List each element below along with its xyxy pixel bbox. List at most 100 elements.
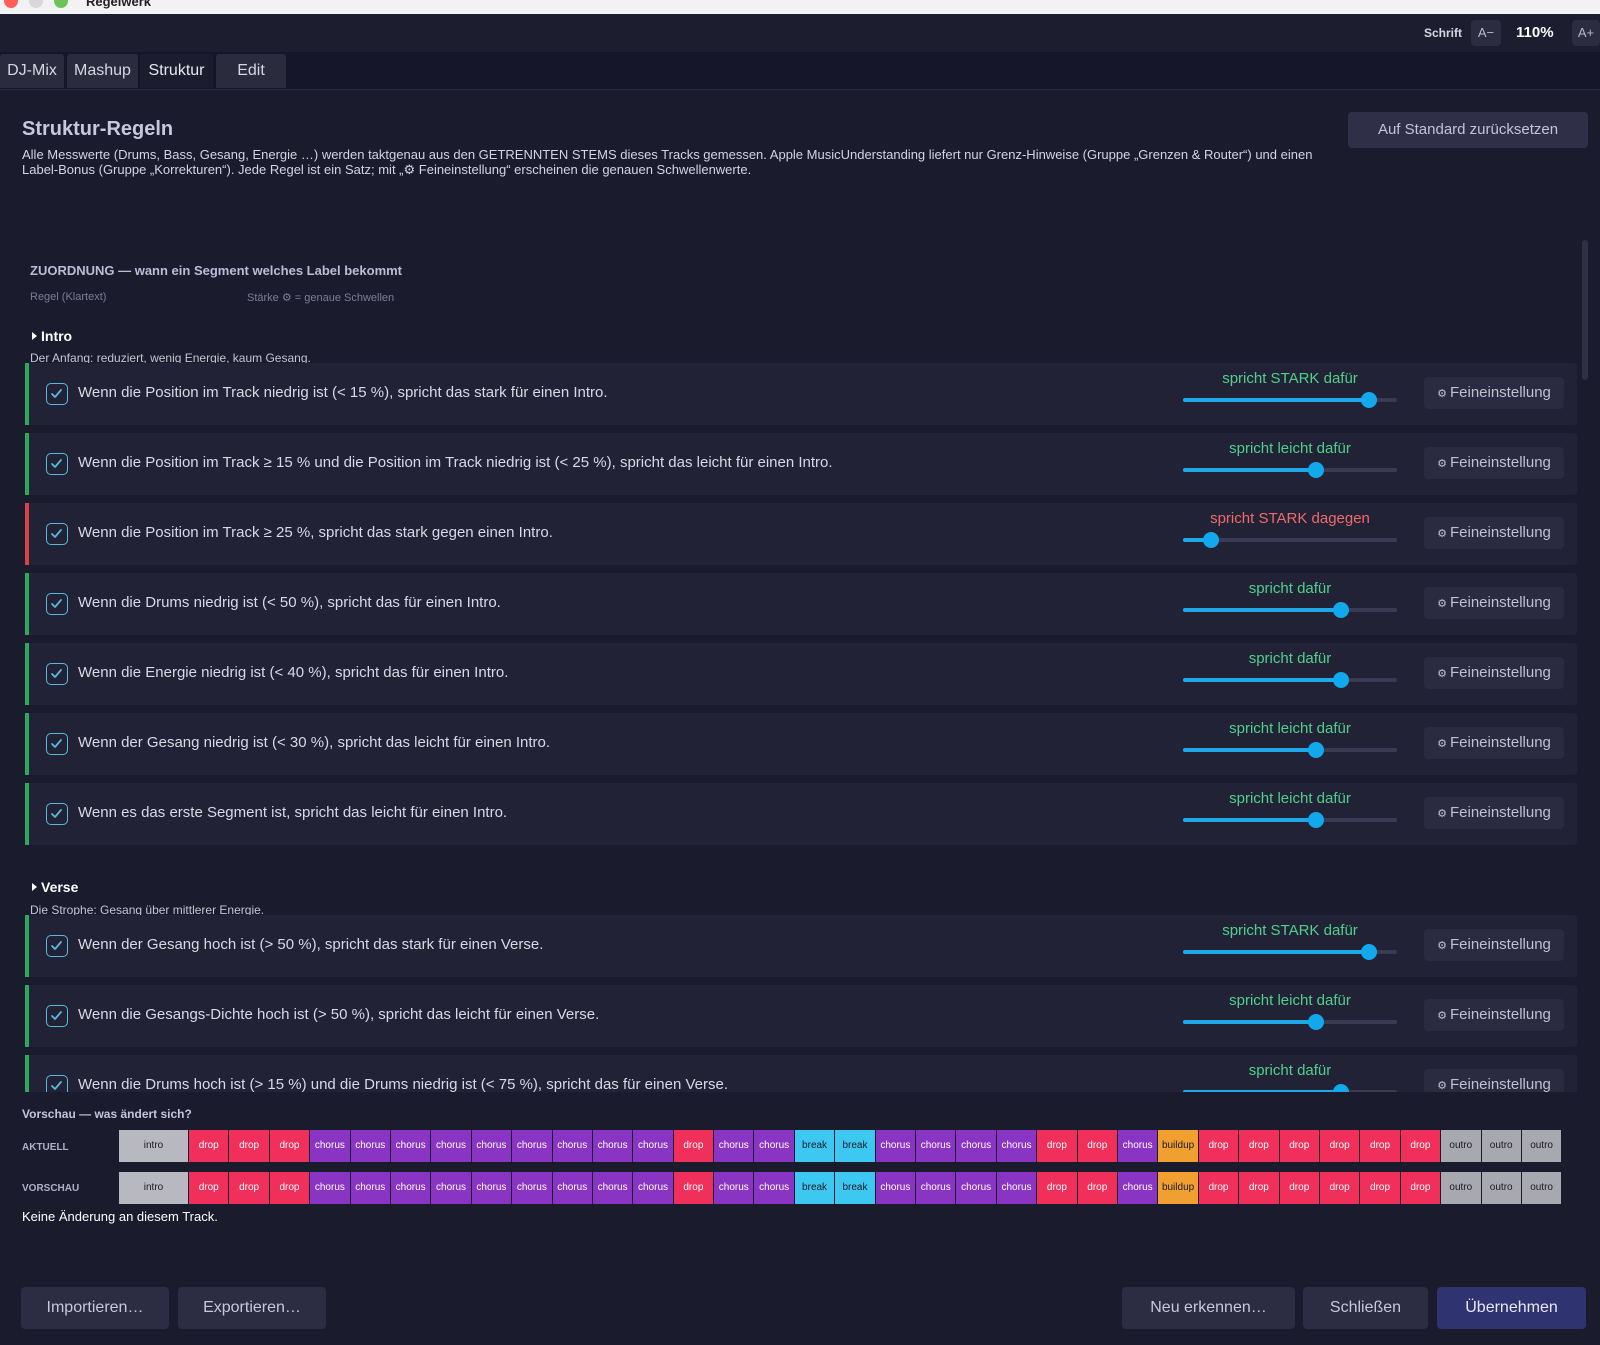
strength-slider[interactable]: [1183, 944, 1397, 960]
fine-tune-button[interactable]: ⚙ Feineinstellung: [1424, 797, 1564, 829]
group-header-1[interactable]: Verse: [32, 879, 78, 895]
fine-tune-button[interactable]: ⚙ Feineinstellung: [1424, 377, 1564, 409]
strength-label: spricht leicht dafür: [1229, 720, 1351, 737]
tab-edit[interactable]: Edit: [216, 54, 286, 88]
strength-slider-thumb[interactable]: [1333, 672, 1350, 688]
fine-tune-label: Feineinstellung: [1449, 734, 1551, 751]
strength-slider-thumb[interactable]: [1361, 392, 1378, 408]
segment-drop: drop: [1198, 1130, 1240, 1162]
preview-title: Vorschau — was ändert sich?: [22, 1107, 192, 1121]
rule-text: Wenn die Position im Track ≥ 15 % und di…: [78, 454, 833, 471]
rule-polarity-bar: [25, 503, 29, 565]
strength-slider[interactable]: [1183, 742, 1397, 758]
segment-drop: drop: [269, 1130, 311, 1162]
zoom-window-button[interactable]: [54, 0, 68, 8]
strength-slider-thumb[interactable]: [1333, 1084, 1350, 1092]
fine-tune-button[interactable]: ⚙ Feineinstellung: [1424, 999, 1564, 1031]
vertical-scrollbar[interactable]: [1582, 240, 1588, 380]
fine-tune-button[interactable]: ⚙ Feineinstellung: [1424, 587, 1564, 619]
fine-tune-button[interactable]: ⚙ Feineinstellung: [1424, 727, 1564, 759]
strength-label: spricht STARK dagegen: [1210, 510, 1370, 527]
rule-row: Wenn es das erste Segment ist, spricht d…: [25, 783, 1577, 845]
tab-dj-mix[interactable]: DJ-Mix: [0, 54, 64, 88]
export-button[interactable]: Exportieren…: [178, 1287, 326, 1329]
fine-tune-button[interactable]: ⚙ Feineinstellung: [1424, 517, 1564, 549]
segment-drop: drop: [1077, 1172, 1118, 1204]
close-window-button[interactable]: [4, 0, 18, 8]
segment-chorus: chorus: [1117, 1172, 1159, 1204]
fine-tune-button[interactable]: ⚙ Feineinstellung: [1424, 929, 1564, 961]
fine-tune-button[interactable]: ⚙ Feineinstellung: [1424, 1069, 1564, 1092]
group-header-0[interactable]: Intro: [32, 328, 72, 344]
rule-enabled-checkbox[interactable]: [46, 453, 68, 475]
strength-slider[interactable]: [1183, 812, 1397, 828]
fine-tune-button[interactable]: ⚙ Feineinstellung: [1424, 657, 1564, 689]
rule-enabled-checkbox[interactable]: [46, 1005, 68, 1027]
strength-slider-thumb[interactable]: [1307, 1014, 1324, 1030]
strength-slider[interactable]: [1183, 532, 1397, 548]
preview-strip-label: VORSCHAU: [22, 1183, 80, 1194]
fine-tune-button[interactable]: ⚙ Feineinstellung: [1424, 447, 1564, 479]
close-button[interactable]: Schließen: [1303, 1287, 1428, 1329]
segment-chorus: chorus: [310, 1172, 351, 1204]
checkmark-icon: [51, 941, 62, 950]
strength-slider[interactable]: [1183, 602, 1397, 618]
rule-enabled-checkbox[interactable]: [46, 523, 68, 545]
minimize-window-button[interactable]: [29, 0, 43, 8]
rule-enabled-checkbox[interactable]: [46, 1075, 68, 1092]
apply-button[interactable]: Übernehmen: [1437, 1287, 1586, 1329]
strength-slider-thumb[interactable]: [1307, 462, 1324, 478]
strength-label: spricht STARK dafür: [1222, 922, 1358, 939]
font-increase-button[interactable]: A+: [1572, 20, 1600, 46]
strength-slider[interactable]: [1183, 462, 1397, 478]
segment-chorus: chorus: [592, 1130, 634, 1162]
strength-slider[interactable]: [1183, 1014, 1397, 1030]
fine-tune-label: Feineinstellung: [1449, 664, 1551, 681]
strength-label: spricht dafür: [1248, 580, 1332, 597]
strength-slider-fill: [1183, 608, 1342, 612]
rule-row: Wenn die Drums hoch ist (> 15 %) und die…: [25, 1055, 1577, 1092]
segment-chorus: chorus: [633, 1172, 674, 1204]
segment-break: break: [835, 1130, 876, 1162]
font-decrease-button[interactable]: A−: [1471, 20, 1501, 46]
strength-slider[interactable]: [1183, 392, 1397, 408]
segment-chorus: chorus: [916, 1172, 957, 1204]
font-zoom-bar: Schrift A− 110% A+: [0, 14, 1600, 52]
redetect-button[interactable]: Neu erkennen…: [1122, 1287, 1295, 1329]
rule-enabled-checkbox[interactable]: [46, 803, 68, 825]
segment-chorus: chorus: [754, 1172, 795, 1204]
segment-buildup: buildup: [1158, 1130, 1199, 1162]
rule-enabled-checkbox[interactable]: [46, 383, 68, 405]
segment-outro: outro: [1441, 1130, 1482, 1162]
rule-row: Wenn der Gesang niedrig ist (< 30 %), sp…: [25, 713, 1577, 775]
rule-row: Wenn die Position im Track ≥ 25 %, spric…: [25, 503, 1577, 565]
rule-enabled-checkbox[interactable]: [46, 733, 68, 755]
strength-slider-thumb[interactable]: [1361, 944, 1378, 960]
rule-text: Wenn es das erste Segment ist, spricht d…: [78, 804, 508, 821]
rules-scroll-area[interactable]: ZUORDNUNG — wann ein Segment welches Lab…: [0, 238, 1600, 1092]
rule-enabled-checkbox[interactable]: [46, 593, 68, 615]
tab-struktur[interactable]: Struktur: [140, 54, 213, 88]
segment-drop: drop: [1037, 1130, 1078, 1162]
rule-enabled-checkbox[interactable]: [46, 935, 68, 957]
strength-slider-thumb[interactable]: [1202, 532, 1219, 548]
strength-label: spricht dafür: [1248, 650, 1332, 667]
rule-text: Wenn die Position im Track niedrig ist (…: [78, 384, 608, 401]
tab-mashup[interactable]: Mashup: [67, 54, 138, 88]
reset-defaults-button[interactable]: Auf Standard zurücksetzen: [1348, 112, 1588, 148]
strength-slider[interactable]: [1183, 672, 1397, 688]
strength-slider-thumb[interactable]: [1333, 602, 1350, 618]
gear-icon: ⚙: [1437, 668, 1447, 680]
segment-drop: drop: [1279, 1130, 1320, 1162]
segment-drop: drop: [1037, 1172, 1078, 1204]
strength-slider-thumb[interactable]: [1307, 742, 1324, 758]
segment-chorus: chorus: [512, 1130, 553, 1162]
strength-slider-thumb[interactable]: [1307, 812, 1324, 828]
strength-slider[interactable]: [1183, 1084, 1397, 1092]
fine-tune-label: Feineinstellung: [1449, 524, 1551, 541]
segment-chorus: chorus: [350, 1130, 391, 1162]
import-button[interactable]: Importieren…: [21, 1287, 169, 1329]
gear-icon: ⚙: [1437, 598, 1447, 610]
checkmark-icon: [51, 529, 62, 538]
rule-enabled-checkbox[interactable]: [46, 663, 68, 685]
